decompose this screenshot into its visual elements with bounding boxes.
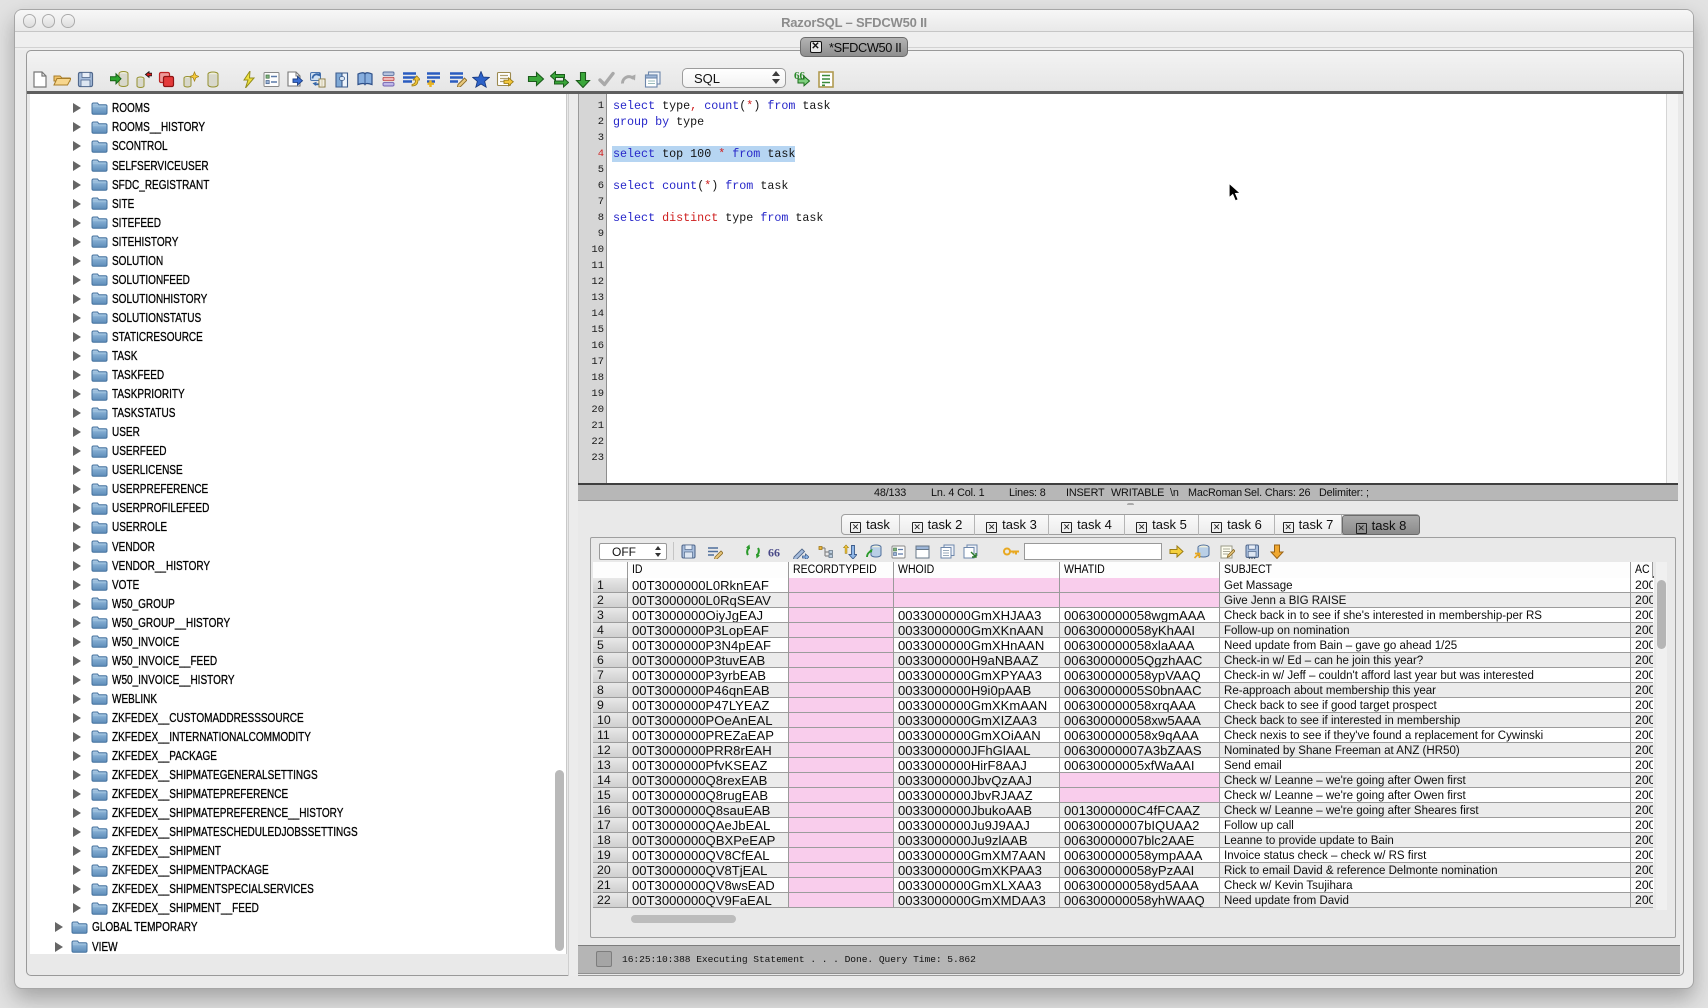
svg-text:66: 66: [768, 546, 780, 558]
